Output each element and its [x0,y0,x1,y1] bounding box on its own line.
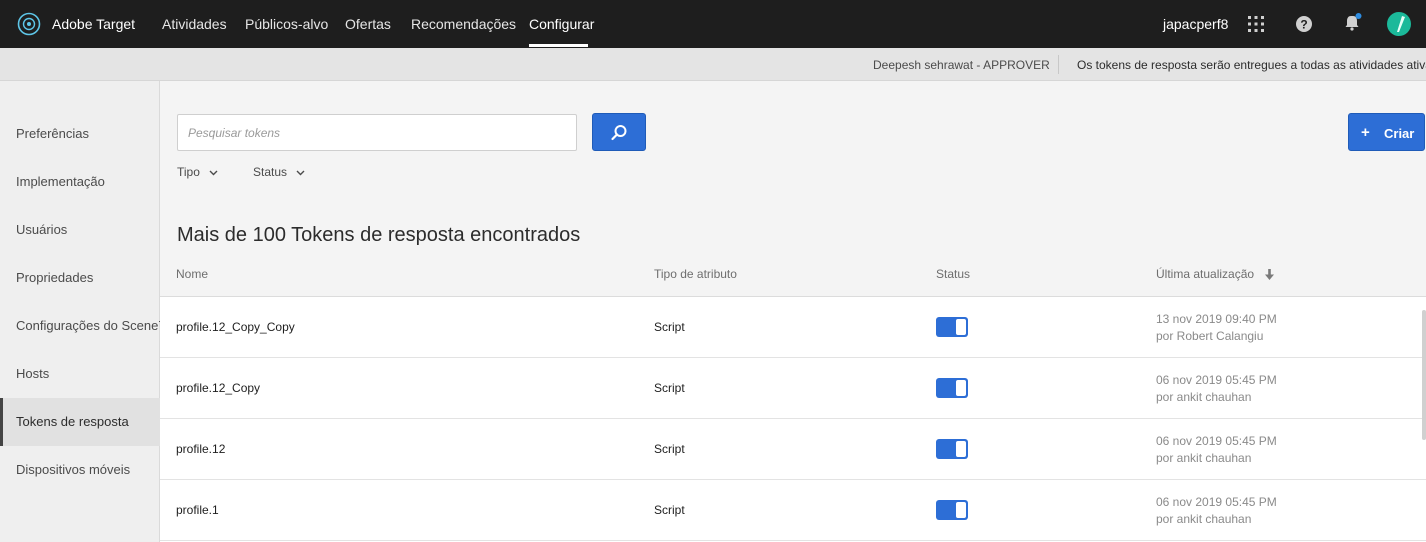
status-toggle[interactable] [936,500,968,520]
account-name[interactable]: japacperf8 [1163,16,1228,32]
bell-icon[interactable] [1343,12,1363,32]
toggle-knob [956,380,966,396]
nav-atividades[interactable]: Atividades [162,16,227,32]
filter-status-label: Status [253,165,288,179]
approver-label: Deepesh sehrawat - APPROVER [873,58,1050,72]
status-toggle[interactable] [936,378,968,398]
chevron-down-icon [296,170,305,176]
last-updated-date: 06 nov 2019 05:45 PM [1156,495,1277,509]
svg-text:?: ? [1300,18,1307,32]
sort-arrow-down-icon [1265,269,1275,281]
sidebar-item-dispositivos-moveis[interactable]: Dispositivos móveis [0,446,160,494]
chevron-down-icon [209,170,218,176]
column-header-ultima-atualizacao[interactable]: Última atualização [1156,267,1275,281]
sidebar-item-tokens-de-resposta[interactable]: Tokens de resposta [0,398,160,446]
plus-icon: + [1361,124,1370,141]
column-header-tipo-de-atributo[interactable]: Tipo de atributo [654,267,737,281]
last-updated-by: por ankit chauhan [1156,390,1252,404]
last-updated-date: 13 nov 2019 09:40 PM [1156,312,1277,326]
last-updated-by: por ankit chauhan [1156,512,1252,526]
sidebar: Preferências Implementação Usuários Prop… [0,81,160,542]
results-heading: Mais de 100 Tokens de resposta encontrad… [177,224,581,246]
filter-tipo[interactable]: Tipo [177,165,218,179]
app-title[interactable]: Adobe Target [52,16,135,32]
response-tokens-notice: Os tokens de resposta serão entregues a … [1077,58,1426,72]
toggle-knob [956,441,966,457]
token-name[interactable]: profile.1 [176,503,219,517]
toggle-knob [956,319,966,335]
column-header-nome[interactable]: Nome [176,267,208,281]
attribute-type: Script [654,442,685,456]
filter-status[interactable]: Status [253,165,305,179]
sidebar-item-usuarios[interactable]: Usuários [0,206,160,254]
apps-grid-icon[interactable] [1248,16,1264,32]
filter-tipo-label: Tipo [177,165,200,179]
sidebar-item-preferencias[interactable]: Preferências [0,110,160,158]
sidebar-item-hosts[interactable]: Hosts [0,350,160,398]
last-updated-by: por ankit chauhan [1156,451,1252,465]
create-button[interactable]: + Criar [1348,113,1425,151]
scrollbar[interactable] [1422,310,1426,440]
column-header-status[interactable]: Status [936,267,970,281]
help-icon[interactable]: ? [1296,16,1312,32]
status-toggle[interactable] [936,317,968,337]
token-name[interactable]: profile.12_Copy [176,381,260,395]
nav-configurar[interactable]: Configurar [529,16,594,32]
attribute-type: Script [654,503,685,517]
search-icon [611,125,627,141]
token-name[interactable]: profile.12_Copy_Copy [176,320,295,334]
attribute-type: Script [654,320,685,334]
nav-publicos-alvo[interactable]: Públicos-alvo [245,16,328,32]
status-toggle[interactable] [936,439,968,459]
nav-recomendacoes[interactable]: Recomendações [411,16,516,32]
attribute-type: Script [654,381,685,395]
token-name[interactable]: profile.12 [176,442,225,456]
table-row[interactable]: profile.12_Copy Script 06 nov 2019 05:45… [160,358,1426,419]
create-button-label: Criar [1384,126,1415,141]
last-updated-date: 06 nov 2019 05:45 PM [1156,373,1277,387]
divider [1058,55,1059,74]
top-bar: Adobe Target Atividades Públicos-alvo Of… [0,0,1426,48]
table-row[interactable]: profile.12_Copy_Copy Script 13 nov 2019 … [160,297,1426,358]
info-bar: Deepesh sehrawat - APPROVER Os tokens de… [0,48,1426,81]
last-updated-by: por Robert Calangiu [1156,329,1264,343]
last-updated-date: 06 nov 2019 05:45 PM [1156,434,1277,448]
search-button[interactable] [592,113,646,151]
sidebar-item-implementacao[interactable]: Implementação [0,158,160,206]
avatar-icon[interactable] [1387,12,1411,36]
table-row[interactable]: profile.1 Script 06 nov 2019 05:45 PM po… [160,480,1426,541]
sidebar-item-scene7[interactable]: Configurações do Scene7 [0,302,160,350]
column-header-ultima-atualizacao-label: Última atualização [1156,267,1255,281]
search-input[interactable] [177,114,577,151]
toggle-knob [956,502,966,518]
adobe-target-logo-icon[interactable] [17,12,41,36]
table-row[interactable]: profile.12 Script 06 nov 2019 05:45 PM p… [160,419,1426,480]
tokens-table: profile.12_Copy_Copy Script 13 nov 2019 … [160,296,1426,542]
active-nav-indicator [529,44,588,47]
nav-ofertas[interactable]: Ofertas [345,16,391,32]
sidebar-item-propriedades[interactable]: Propriedades [0,254,160,302]
